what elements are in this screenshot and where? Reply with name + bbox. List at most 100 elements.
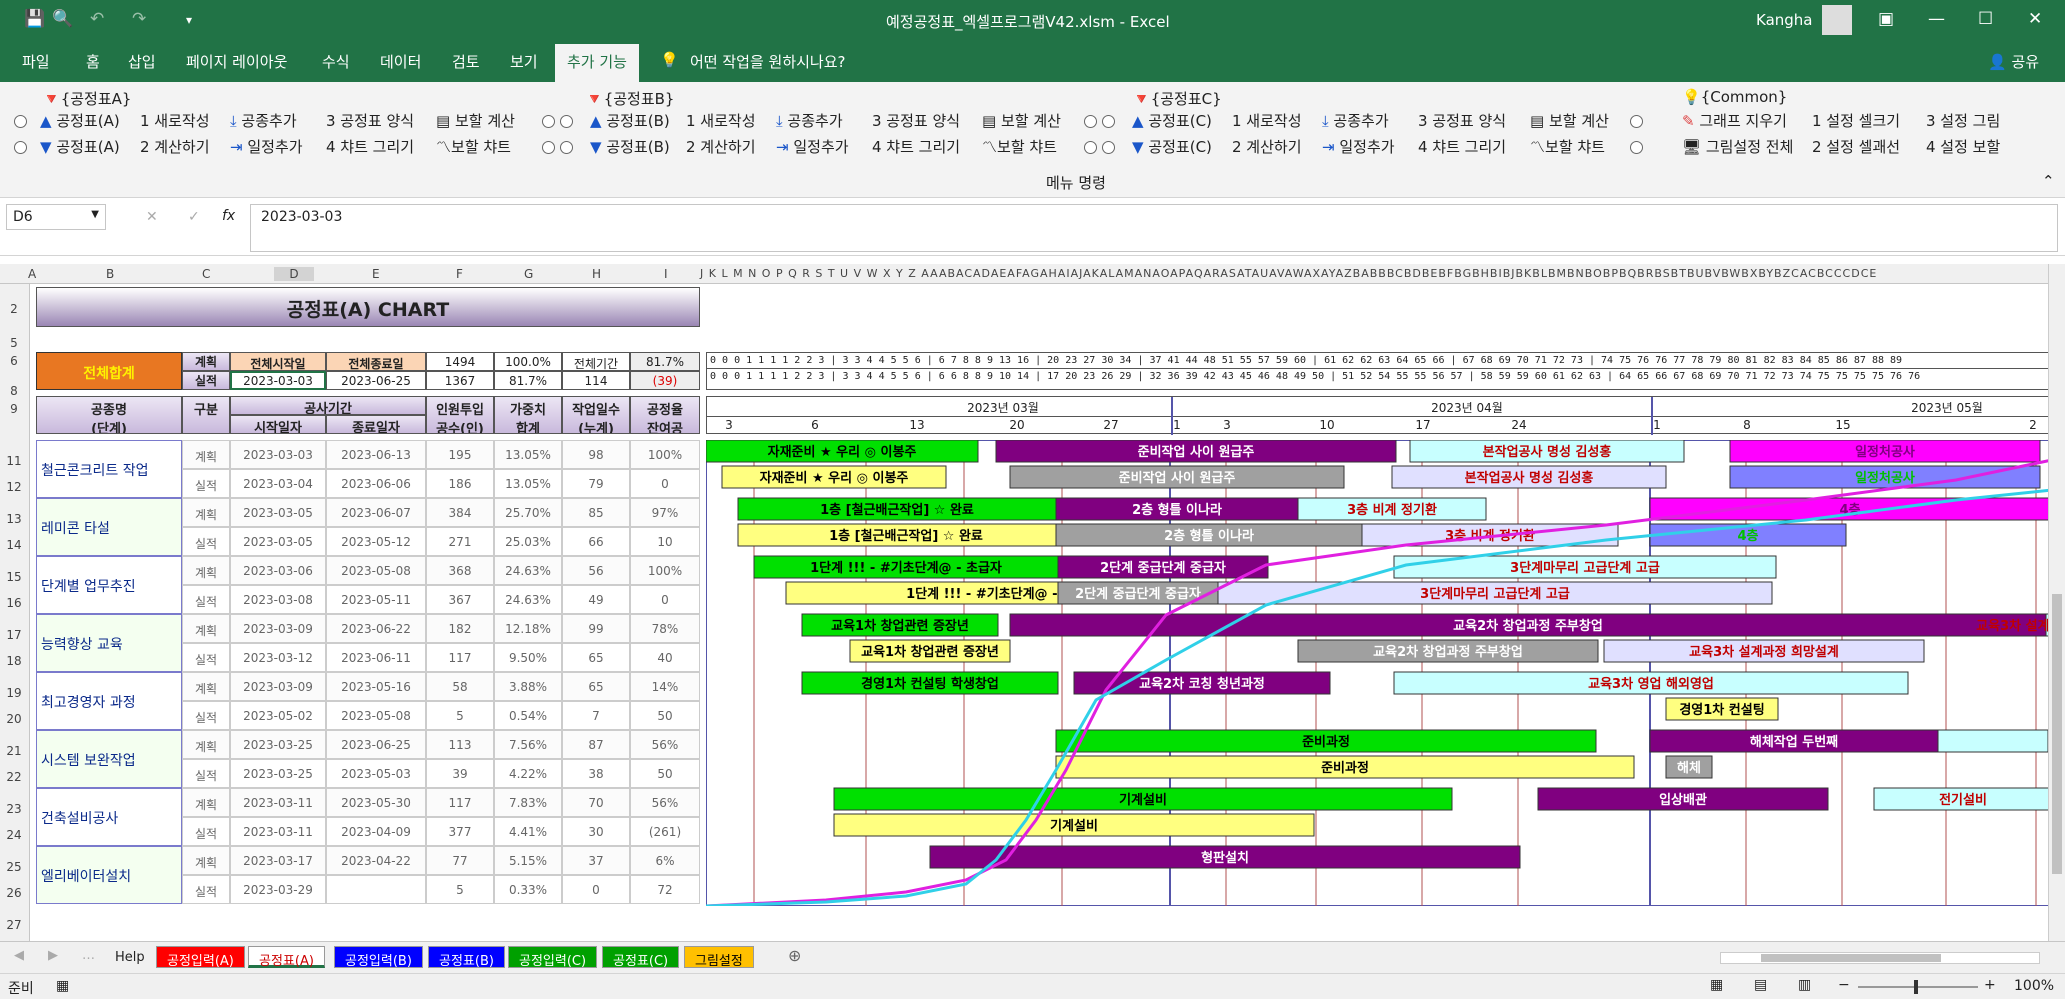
horizontal-scrollbar[interactable] — [1720, 952, 2040, 964]
tab-home[interactable]: 홈 — [86, 51, 100, 72]
actual-cell[interactable]: 30 — [562, 817, 630, 846]
plan-cell[interactable]: 2023-03-09 — [230, 614, 326, 643]
cell-f5[interactable]: 1494 — [426, 352, 494, 371]
task-name[interactable]: 단계별 업무추진 — [36, 556, 182, 614]
sheet-tab-help[interactable]: Help — [104, 946, 156, 968]
plan-cell[interactable]: 384 — [426, 498, 494, 527]
zoom-slider[interactable] — [1858, 980, 1978, 994]
actual-cell[interactable]: 4.22% — [494, 759, 562, 788]
btn-weight-calc-c[interactable]: ▤ 보할 계산 — [1530, 110, 1609, 131]
vertical-scrollbar[interactable] — [2048, 264, 2065, 944]
actual-cell[interactable]: 2023-03-04 — [230, 469, 326, 498]
plan-cell[interactable]: 56 — [562, 556, 630, 585]
actual-cell[interactable]: 2023-05-03 — [326, 759, 426, 788]
actual-cell[interactable]: 2023-03-25 — [230, 759, 326, 788]
actual-cell[interactable]: 4.41% — [494, 817, 562, 846]
plan-cell[interactable]: 2023-03-06 — [230, 556, 326, 585]
cell-h5[interactable]: 전체기간 — [562, 352, 630, 371]
actual-cell[interactable]: (261) — [630, 817, 700, 846]
normal-view-icon[interactable]: ▦ — [1710, 977, 1723, 993]
cancel-icon[interactable]: ✕ — [146, 209, 158, 225]
task-name[interactable]: 엘리베이터설치 — [36, 846, 182, 904]
option-radio[interactable] — [1630, 138, 1643, 156]
plan-cell[interactable]: 13.05% — [494, 440, 562, 469]
btn-add-trade-a[interactable]: ⤓ 공종추가 — [230, 110, 297, 131]
actual-cell[interactable]: 50 — [630, 759, 700, 788]
name-box[interactable]: D6 ▼ — [6, 204, 106, 230]
btn-clear-graph[interactable]: ✎ 그래프 지우기 — [1682, 110, 1787, 131]
cell-d6[interactable]: 2023-03-03 — [230, 371, 326, 390]
btn-weight-calc-b[interactable]: ▤ 보할 계산 — [982, 110, 1061, 131]
tab-page-layout[interactable]: 페이지 레이아웃 — [186, 51, 287, 72]
btn-gongjeong-b-up[interactable]: ▲ 공정표(B) — [590, 110, 670, 131]
plan-cell[interactable]: 77 — [426, 846, 494, 875]
btn-cell-border[interactable]: 2 설정 셀괘선 — [1812, 136, 1900, 157]
page-layout-icon[interactable]: ▤ — [1754, 977, 1767, 993]
plan-cell[interactable]: 113 — [426, 730, 494, 759]
btn-weight-chart-a[interactable]: 〽보할 챠트 — [436, 136, 511, 157]
btn-gongjeong-b-down[interactable]: ▼ 공정표(B) — [590, 136, 670, 157]
actual-cell[interactable]: 2023-05-02 — [230, 701, 326, 730]
plan-cell[interactable]: 2023-03-17 — [230, 846, 326, 875]
btn-new-a[interactable]: 1 새로작성 — [140, 110, 210, 131]
plan-cell[interactable]: 7.83% — [494, 788, 562, 817]
row-header[interactable]: 2 56 89 11 12 13 14 15 16 17 18 19 20 21 22 23… — [0, 284, 30, 944]
btn-weight-calc-a[interactable]: ▤ 보할 계산 — [436, 110, 515, 131]
actual-cell[interactable]: 실적 — [182, 585, 230, 614]
sheet-tab-chart-b[interactable]: 공정표(B) — [428, 946, 505, 969]
formula-input[interactable]: 2023-03-03 — [250, 204, 2058, 252]
tab-formulas[interactable]: 수식 — [322, 51, 350, 72]
plan-cell[interactable]: 195 — [426, 440, 494, 469]
plan-cell[interactable]: 계획 — [182, 672, 230, 701]
btn-calc-c[interactable]: 2 계산하기 — [1232, 136, 1302, 157]
plan-cell[interactable]: 97% — [630, 498, 700, 527]
redo-icon[interactable]: ↷ — [132, 9, 146, 29]
share-button[interactable]: 👤 공유 — [1988, 51, 2039, 72]
actual-cell[interactable]: 0.54% — [494, 701, 562, 730]
tab-view[interactable]: 보기 — [510, 51, 538, 72]
more-sheets-icon[interactable]: … — [82, 948, 95, 963]
option-radio[interactable] — [1630, 112, 1643, 130]
plan-cell[interactable]: 계획 — [182, 440, 230, 469]
btn-add-schedule-a[interactable]: ⇥ 일정추가 — [230, 136, 303, 157]
btn-add-schedule-c[interactable]: ⇥ 일정추가 — [1322, 136, 1395, 157]
plan-cell[interactable]: 계획 — [182, 788, 230, 817]
user-name[interactable]: Kangha — [1756, 11, 1813, 29]
plan-cell[interactable]: 14% — [630, 672, 700, 701]
actual-cell[interactable]: 377 — [426, 817, 494, 846]
plan-cell[interactable]: 2023-03-25 — [230, 730, 326, 759]
avatar[interactable] — [1822, 5, 1852, 35]
plan-cell[interactable]: 117 — [426, 788, 494, 817]
actual-cell[interactable]: 실적 — [182, 759, 230, 788]
plan-cell[interactable]: 계획 — [182, 498, 230, 527]
actual-cell[interactable] — [326, 875, 426, 904]
plan-cell[interactable]: 2023-06-25 — [326, 730, 426, 759]
cell-e6[interactable]: 2023-06-25 — [326, 371, 426, 390]
cell-h6[interactable]: 114 — [562, 371, 630, 390]
actual-cell[interactable]: 2023-05-11 — [326, 585, 426, 614]
macro-record-icon[interactable]: ▦ — [56, 978, 69, 994]
customize-qat-icon[interactable]: ▾ — [186, 13, 192, 27]
plan-cell[interactable]: 56% — [630, 730, 700, 759]
task-name[interactable]: 시스템 보완작업 — [36, 730, 182, 788]
actual-cell[interactable]: 10 — [630, 527, 700, 556]
actual-cell[interactable]: 0.33% — [494, 875, 562, 904]
btn-calc-a[interactable]: 2 계산하기 — [140, 136, 210, 157]
actual-cell[interactable]: 186 — [426, 469, 494, 498]
column-header[interactable]: A B C D E F G H I J K L M N O P Q R S T … — [0, 264, 2052, 284]
save-icon[interactable]: 💾 — [24, 9, 45, 29]
plan-cell[interactable]: 2023-03-05 — [230, 498, 326, 527]
plan-cell[interactable]: 182 — [426, 614, 494, 643]
actual-cell[interactable]: 367 — [426, 585, 494, 614]
plan-cell[interactable]: 368 — [426, 556, 494, 585]
sheet-tab-picture[interactable]: 그림설정 — [684, 946, 754, 969]
option-radio[interactable] — [1084, 112, 1115, 130]
print-preview-icon[interactable]: 🔍 — [52, 9, 73, 29]
actual-cell[interactable]: 79 — [562, 469, 630, 498]
btn-draw-chart-c[interactable]: 4 챠트 그리기 — [1418, 136, 1506, 157]
option-radio[interactable] — [542, 112, 573, 130]
plan-cell[interactable]: 계획 — [182, 730, 230, 759]
plan-cell[interactable]: 37 — [562, 846, 630, 875]
btn-weight-chart-b[interactable]: 〽보할 챠트 — [982, 136, 1057, 157]
actual-cell[interactable]: 24.63% — [494, 585, 562, 614]
